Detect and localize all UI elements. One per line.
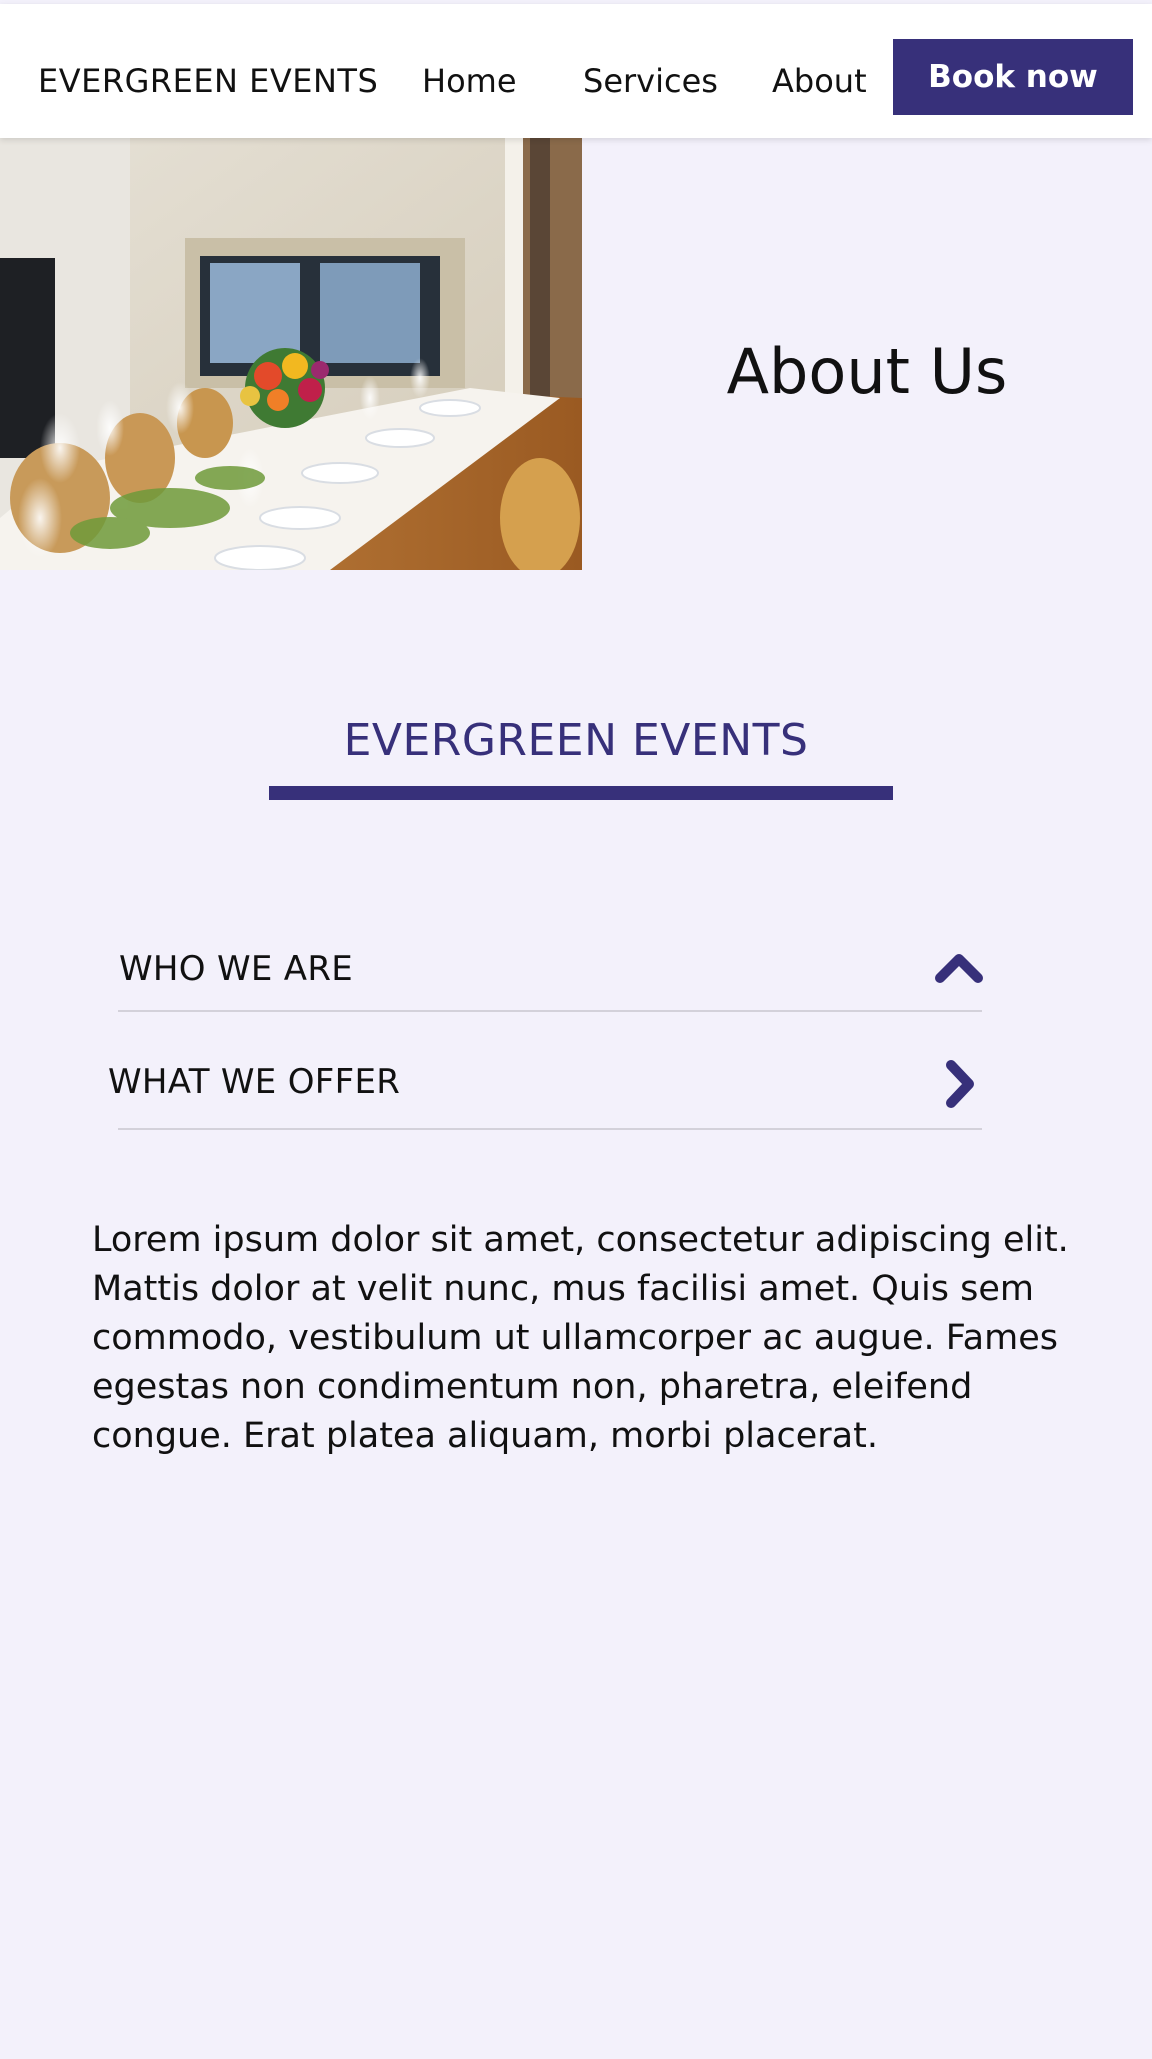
accordion-who-we-are[interactable]: WHO WE ARE (118, 905, 984, 1012)
chevron-right-icon[interactable] (942, 1059, 976, 1113)
nav-about-link[interactable]: About (772, 62, 867, 100)
accordion-what-we-offer[interactable]: WHAT WE OFFER (108, 1012, 982, 1130)
book-now-button[interactable]: Book now (893, 39, 1133, 115)
brand-heading: EVERGREEN EVENTS (343, 715, 809, 766)
nav-home-link[interactable]: Home (422, 62, 517, 100)
site-logo[interactable]: EVERGREEN EVENTS (38, 62, 378, 100)
event-table-photo (0, 138, 582, 570)
accordion-label: WHO WE ARE (119, 949, 354, 989)
about-paragraph: Lorem ipsum dolor sit amet, consectetur … (92, 1220, 1069, 1456)
chevron-up-icon[interactable] (934, 950, 984, 988)
accordion-label: WHAT WE OFFER (108, 1062, 401, 1102)
site-header: EVERGREEN EVENTS Home Services About Boo… (0, 4, 1152, 138)
heading-underline (269, 786, 893, 800)
page-title: About Us (726, 335, 1008, 408)
nav-services-link[interactable]: Services (583, 62, 718, 100)
